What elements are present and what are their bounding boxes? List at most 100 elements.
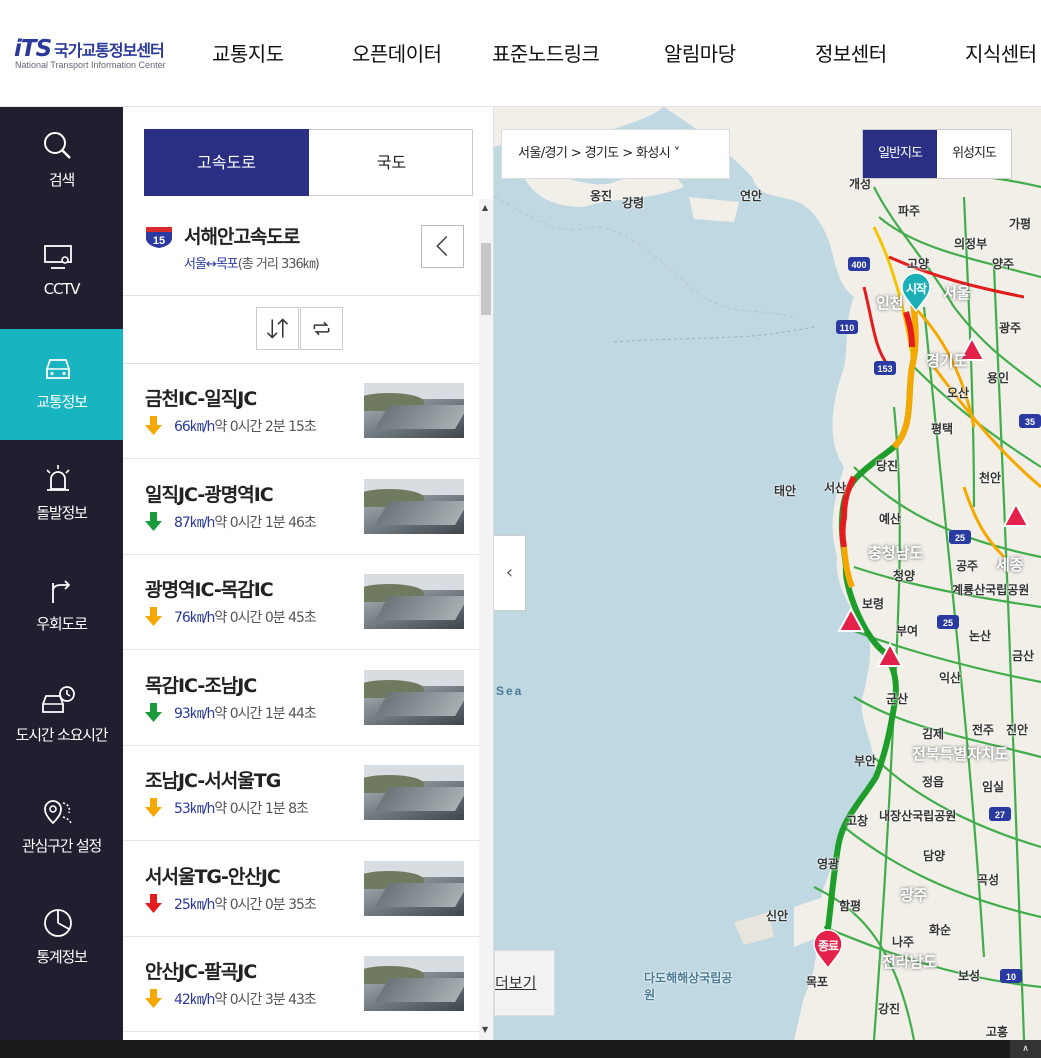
cctv-thumbnail[interactable] bbox=[364, 956, 464, 1011]
rail-label: 교통정보 bbox=[36, 393, 88, 411]
scroll-up-icon[interactable]: ▲ bbox=[482, 203, 488, 212]
section-name: 목감IC-조남JC bbox=[145, 675, 257, 697]
svg-text:25: 25 bbox=[955, 533, 965, 543]
nav-open-data[interactable]: 오픈데이터 bbox=[352, 38, 442, 67]
rail-item-incident[interactable]: 돌발정보 bbox=[0, 440, 123, 551]
region-breadcrumb[interactable]: 서울/경기 > 경기도 > 화성시 ˅ bbox=[501, 129, 730, 179]
map-label: 용인 bbox=[987, 371, 1010, 385]
section-row[interactable]: 목감IC-조남JC 93㎞/h약 0시간 1분 44초 bbox=[123, 651, 479, 746]
tab-national-road[interactable]: 국도 bbox=[309, 129, 474, 196]
expressway-shield-icon: 15 bbox=[146, 227, 172, 248]
map-label: 곡성 bbox=[977, 873, 1000, 887]
rail-item-traffic-info[interactable]: 교통정보 bbox=[0, 329, 123, 440]
normal-map-button[interactable]: 일반지도 bbox=[863, 130, 937, 178]
cctv-thumbnail[interactable] bbox=[364, 670, 464, 725]
thumb-road bbox=[375, 692, 464, 716]
section-speed-unit: ㎞/h bbox=[189, 515, 216, 531]
nav-info-center[interactable]: 정보센터 bbox=[815, 38, 887, 67]
route-start-marker[interactable]: 시작 bbox=[900, 272, 932, 313]
scrollbar-thumb[interactable] bbox=[481, 243, 491, 315]
panel-scrollbar[interactable]: ▲ ▼ bbox=[479, 199, 493, 1040]
section-speed: 76 bbox=[174, 610, 191, 626]
map-label: 다도해해상국립공원 bbox=[644, 971, 733, 1002]
map-label: 오산 bbox=[947, 386, 970, 400]
cctv-thumbnail[interactable] bbox=[364, 479, 464, 534]
thumb-road bbox=[375, 978, 464, 1002]
map-label: 신안 bbox=[766, 909, 789, 923]
section-speed: 42 bbox=[174, 992, 191, 1008]
section-row[interactable]: 금천IC-일직JC 66㎞/h약 0시간 2분 15초 bbox=[123, 364, 479, 459]
cctv-thumbnail[interactable] bbox=[364, 574, 464, 629]
cctv-thumbnail[interactable] bbox=[364, 765, 464, 820]
refresh-button[interactable] bbox=[300, 307, 343, 350]
map-label: 서울 bbox=[943, 284, 971, 302]
map-label: 영광 bbox=[817, 857, 840, 871]
map-label: 고양 bbox=[907, 257, 930, 271]
tab-expressway[interactable]: 고속도로 bbox=[144, 129, 309, 196]
thumb-road bbox=[375, 405, 464, 429]
car-clock-icon bbox=[42, 686, 75, 713]
thumb-road bbox=[375, 596, 464, 620]
arrow-down-icon bbox=[145, 989, 162, 1008]
rail-label: 도시간 소요시간 bbox=[15, 726, 109, 744]
search-icon bbox=[44, 132, 71, 159]
route-distance: (총 거리 336㎞) bbox=[237, 257, 320, 272]
satellite-map-button[interactable]: 위성지도 bbox=[937, 130, 1011, 178]
rail-item-statistics[interactable]: 통계정보 bbox=[0, 884, 123, 995]
rail-item-cctv[interactable]: CCTV bbox=[0, 218, 123, 329]
rail-label: 돌발정보 bbox=[36, 504, 88, 522]
map-label: 군산 bbox=[886, 692, 909, 706]
thumb-road bbox=[375, 883, 464, 907]
reverse-direction-button[interactable] bbox=[256, 307, 299, 350]
route-end-marker[interactable]: 종료 bbox=[812, 929, 844, 970]
footer-bar: ∧ bbox=[0, 1040, 1041, 1058]
traffic-map[interactable]: 400 110 153 35 25 25 27 10 개성 파주 의정부 고양 … bbox=[494, 107, 1041, 1040]
nav-traffic-map[interactable]: 교통지도 bbox=[212, 38, 284, 67]
section-info: 87㎞/h약 0시간 1분 46초 bbox=[174, 512, 317, 532]
section-speed-unit: ㎞/h bbox=[189, 992, 216, 1008]
route-summary: 서울↔목포(총 거리 336㎞) bbox=[184, 253, 320, 272]
section-speed-unit: ㎞/h bbox=[189, 801, 216, 817]
nav-notice[interactable]: 알림마당 bbox=[664, 38, 736, 67]
rail-item-detour[interactable]: 우회도로 bbox=[0, 551, 123, 662]
road-type-tabs: 고속도로 국도 bbox=[144, 129, 473, 196]
rail-label: 관심구간 설정 bbox=[21, 837, 102, 855]
section-speed: 53 bbox=[174, 801, 191, 817]
map-label: 목포 bbox=[806, 975, 829, 989]
back-button[interactable] bbox=[421, 225, 464, 268]
rail-item-search[interactable]: 검색 bbox=[0, 107, 123, 218]
siren-icon bbox=[46, 465, 70, 491]
map-label: 진안 bbox=[1006, 723, 1029, 737]
map-label: 가평 bbox=[1009, 217, 1032, 231]
section-info: 66㎞/h약 0시간 2분 15초 bbox=[174, 416, 317, 436]
map-label: 파주 bbox=[898, 204, 921, 218]
section-row[interactable]: 조남JC-서서울TG 53㎞/h약 0시간 1분 8초 bbox=[123, 746, 479, 841]
detour-icon bbox=[52, 580, 71, 603]
collapse-panel-button[interactable]: ‹ bbox=[494, 535, 526, 611]
section-name: 조남JC-서서울TG bbox=[145, 770, 281, 792]
section-row[interactable]: 광명역IC-목감IC 76㎞/h약 0시간 0분 45초 bbox=[123, 555, 479, 650]
scroll-top-button[interactable]: ∧ bbox=[1010, 1040, 1041, 1058]
sea-label: Sea bbox=[496, 684, 524, 698]
cctv-thumbnail[interactable] bbox=[364, 383, 464, 438]
nav-standard-node-link[interactable]: 표준노드링크 bbox=[492, 38, 600, 67]
scroll-down-icon[interactable]: ▼ bbox=[482, 1025, 488, 1034]
cctv-thumbnail[interactable] bbox=[364, 861, 464, 916]
arrow-down-icon bbox=[145, 798, 162, 817]
map-label: 고창 bbox=[846, 814, 869, 828]
rail-item-interest-area[interactable]: 관심구간 설정 bbox=[0, 773, 123, 884]
section-row[interactable]: 서서울TG-안산JC 25㎞/h약 0시간 0분 35초 bbox=[123, 842, 479, 937]
section-speed-unit: ㎞/h bbox=[189, 419, 216, 435]
nav-knowledge-center[interactable]: 지식센터 bbox=[965, 38, 1037, 67]
traffic-panel: 고속도로 국도 15 서해안고속도로 서울↔목포(총 거리 336㎞) 금천IC… bbox=[123, 107, 494, 1040]
more-link[interactable]: 더보기 bbox=[494, 950, 555, 1016]
rail-item-intercity-time[interactable]: 도시간 소요시간 bbox=[0, 662, 123, 773]
section-row[interactable]: 안산JC-팔곡JC 42㎞/h약 0시간 3분 43초 bbox=[123, 937, 479, 1032]
map-label: 전북특별자치도 bbox=[912, 745, 1009, 763]
map-label: 청양 bbox=[893, 569, 916, 583]
section-row[interactable]: 일직JC-광명역IC 87㎞/h약 0시간 1분 46초 bbox=[123, 460, 479, 555]
thumb-road bbox=[375, 501, 464, 525]
section-info: 42㎞/h약 0시간 3분 43초 bbox=[174, 989, 317, 1009]
map-label: 의정부 bbox=[954, 237, 988, 251]
map-label: 평택 bbox=[931, 422, 954, 436]
